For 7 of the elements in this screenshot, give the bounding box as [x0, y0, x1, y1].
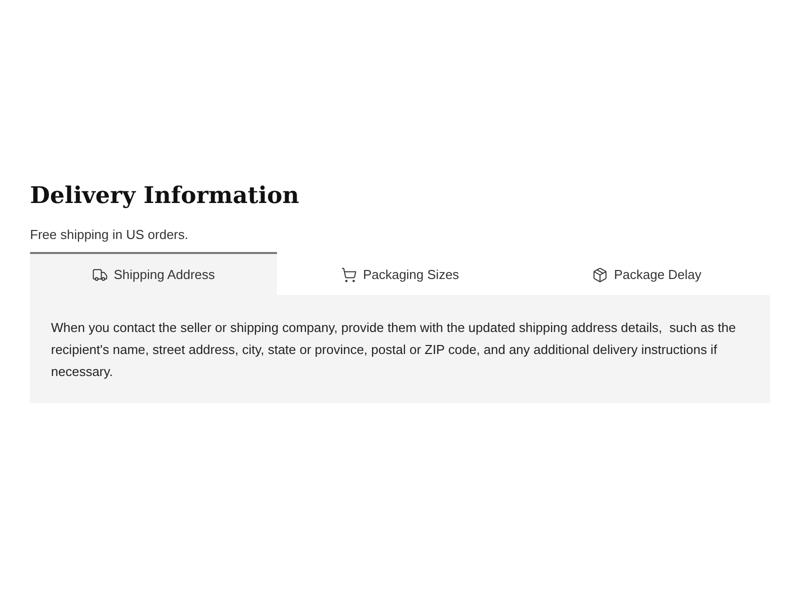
box-icon [592, 266, 608, 282]
cart-icon [340, 266, 357, 282]
truck-icon [92, 266, 108, 282]
tab[interactable]: Shipping Address [30, 252, 277, 295]
page-heading: Delivery Information [30, 181, 300, 211]
subtitle: Free shipping in US orders. [30, 227, 188, 243]
panel-text: When you contact the seller or shipping company, provide them with the updated shipping address details, such as the recipient's name, street address, city, state or province, postal or ZIP code, and any additional delivery instructions if necessary. [51, 319, 737, 381]
